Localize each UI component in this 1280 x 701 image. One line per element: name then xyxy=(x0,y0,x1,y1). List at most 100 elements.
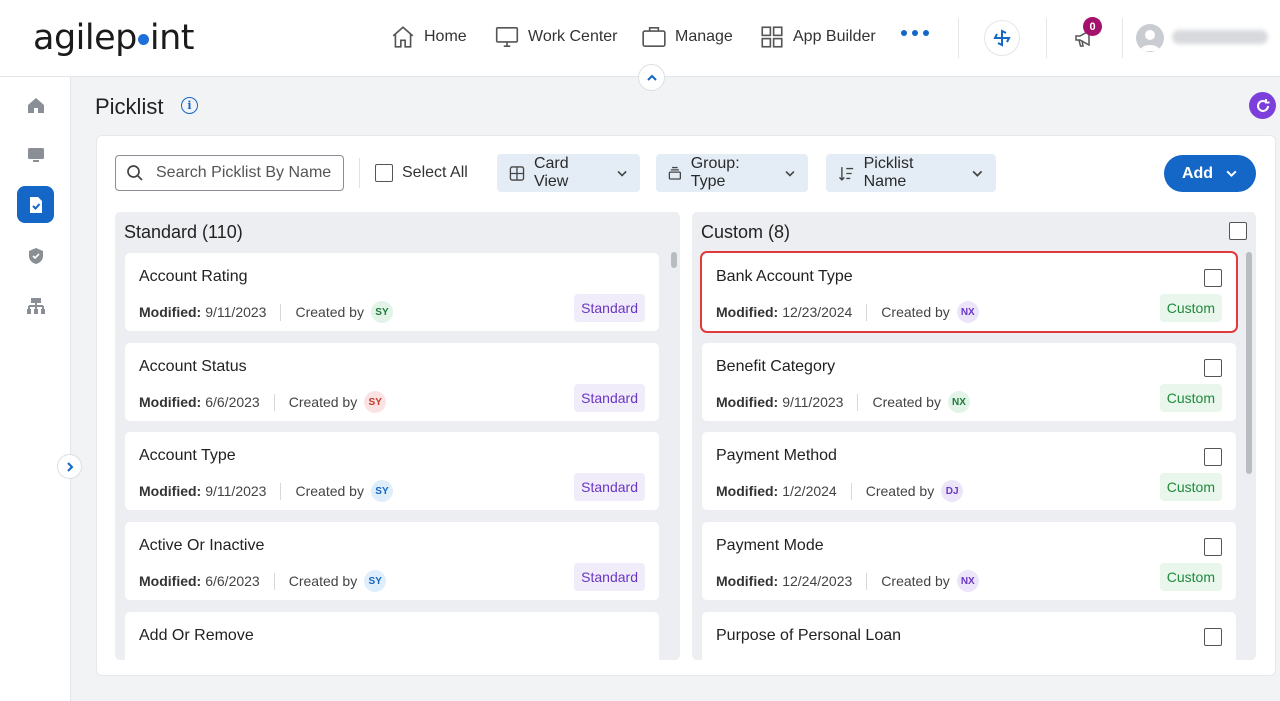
select-custom-group-checkbox[interactable] xyxy=(1229,222,1247,240)
picklist-name: Account Rating xyxy=(139,268,248,285)
divider xyxy=(280,482,282,500)
divider xyxy=(273,572,275,590)
ai-assistant-button[interactable] xyxy=(984,20,1020,56)
chevron-down-icon xyxy=(972,170,983,177)
card-checkbox[interactable] xyxy=(1204,448,1222,466)
divider xyxy=(1046,18,1047,58)
modified-date: 6/6/2023 xyxy=(205,573,260,589)
rail-hierarchy[interactable] xyxy=(17,287,54,324)
picklist-name: Bank Account Type xyxy=(716,268,853,285)
nav-app-builder[interactable]: App Builder xyxy=(759,24,876,50)
notification-count-badge: 0 xyxy=(1083,17,1102,36)
left-rail xyxy=(0,77,82,701)
nav-manage[interactable]: Manage xyxy=(641,24,733,50)
picklist-card-selected[interactable]: Bank Account Type Modified: 12/23/2024 Cr… xyxy=(700,251,1238,333)
nav-work-center[interactable]: Work Center xyxy=(494,24,618,50)
divider xyxy=(359,158,360,188)
collapse-header-button[interactable] xyxy=(638,64,665,91)
more-menu-icon[interactable] xyxy=(901,30,929,36)
picklist-card[interactable]: Payment Method Modified: 1/2/2024 Created… xyxy=(702,432,1236,510)
chevron-down-icon xyxy=(617,170,627,177)
picklist-name: Add Or Remove xyxy=(139,627,254,644)
grid-icon xyxy=(761,26,783,48)
sort-dropdown[interactable]: Picklist Name xyxy=(826,154,996,192)
modified-date: 6/6/2023 xyxy=(205,394,260,410)
divider xyxy=(850,482,852,500)
refresh-button[interactable] xyxy=(1249,92,1276,119)
user-avatar[interactable] xyxy=(1136,24,1164,52)
card-checkbox[interactable] xyxy=(1204,628,1222,646)
picklist-card[interactable]: Benefit Category Modified: 9/11/2023 Crea… xyxy=(702,343,1236,421)
picklist-name: Account Status xyxy=(139,358,247,375)
scroll-thumb[interactable] xyxy=(1246,252,1252,474)
modified-date: 1/2/2024 xyxy=(782,483,837,499)
group-icon xyxy=(668,166,682,180)
nav-home[interactable]: Home xyxy=(390,24,467,50)
card-checkbox[interactable] xyxy=(1204,359,1222,377)
creator-avatar: NX xyxy=(956,570,979,592)
top-bar: agilep int Home Work Center Manage App Bu… xyxy=(0,0,1280,77)
type-badge: Custom xyxy=(1159,294,1222,322)
creator-avatar: SY xyxy=(364,570,387,592)
user-name-blurred[interactable] xyxy=(1172,30,1268,44)
type-badge: Custom xyxy=(1159,473,1222,501)
creator-avatar: DJ xyxy=(941,480,964,502)
card-meta: Modified: 1/2/2024 Created by DJ xyxy=(716,480,964,502)
picklist-card[interactable]: Account Type Modified: 9/11/2023 Created … xyxy=(125,432,659,510)
divider xyxy=(958,18,959,58)
card-meta: Modified: 6/6/2023 Created by SY xyxy=(139,570,387,592)
type-badge: Custom xyxy=(1159,384,1222,412)
home-icon xyxy=(392,26,414,48)
agilepoint-logo[interactable]: agilep int xyxy=(33,18,195,58)
expand-sidebar-button[interactable] xyxy=(57,454,82,479)
custom-column: Custom (8) Bank Account Type Modified: 12… xyxy=(692,212,1256,660)
card-checkbox[interactable] xyxy=(1204,538,1222,556)
card-meta: Modified: 12/23/2024 Created by NX xyxy=(716,301,979,323)
divider xyxy=(273,393,275,411)
modified-date: 9/11/2023 xyxy=(205,304,267,320)
picklist-name: Payment Method xyxy=(716,447,837,464)
search-input[interactable] xyxy=(156,164,336,182)
picklist-card[interactable]: Active Or Inactive Modified: 6/6/2023 Cre… xyxy=(125,522,659,600)
picklist-name: Account Type xyxy=(139,447,236,464)
search-field[interactable] xyxy=(115,155,344,191)
rail-data-entities[interactable] xyxy=(17,186,54,223)
type-badge: Standard xyxy=(574,563,645,591)
scroll-thumb[interactable] xyxy=(671,252,677,268)
picklist-card[interactable]: Add Or Remove xyxy=(125,612,659,660)
add-button[interactable]: Add xyxy=(1164,155,1256,192)
monitor-icon xyxy=(495,26,519,48)
select-all[interactable]: Select All xyxy=(375,164,468,182)
picklist-card[interactable]: Purpose of Personal Loan xyxy=(702,612,1236,660)
select-all-checkbox[interactable] xyxy=(375,164,393,182)
rail-access-control[interactable] xyxy=(17,237,54,274)
rail-work-center[interactable] xyxy=(17,136,54,173)
picklist-card[interactable]: Account Status Modified: 6/6/2023 Created… xyxy=(125,343,659,421)
type-badge: Standard xyxy=(574,473,645,501)
standard-column-title: Standard (110) xyxy=(124,222,243,242)
card-meta: Modified: 9/11/2023 Created by SY xyxy=(139,301,393,323)
divider xyxy=(866,303,868,321)
card-checkbox[interactable] xyxy=(1204,269,1222,287)
chevron-down-icon xyxy=(1226,170,1237,178)
standard-scrollbar[interactable] xyxy=(671,252,677,648)
group-by-dropdown[interactable]: Group: Type xyxy=(656,154,808,192)
modified-date: 9/11/2023 xyxy=(205,483,267,499)
picklist-name: Benefit Category xyxy=(716,358,836,375)
card-view-icon xyxy=(509,165,525,181)
creator-avatar: NX xyxy=(947,391,970,413)
creator-avatar: SY xyxy=(364,391,387,413)
info-icon[interactable]: i xyxy=(181,97,198,114)
view-mode-dropdown[interactable]: Card View xyxy=(497,154,640,192)
search-icon xyxy=(127,165,143,181)
org-chart-icon xyxy=(26,297,45,314)
picklist-name: Payment Mode xyxy=(716,537,824,554)
chevron-right-icon xyxy=(66,461,73,472)
picklist-card[interactable]: Account Rating Modified: 9/11/2023 Create… xyxy=(125,253,659,331)
picklist-card[interactable]: Payment Mode Modified: 12/24/2023 Created… xyxy=(702,522,1236,600)
creator-avatar: SY xyxy=(370,480,393,502)
type-badge: Custom xyxy=(1159,563,1222,591)
rail-home[interactable] xyxy=(17,86,54,123)
sort-icon xyxy=(838,166,854,181)
custom-scrollbar[interactable] xyxy=(1246,252,1252,648)
